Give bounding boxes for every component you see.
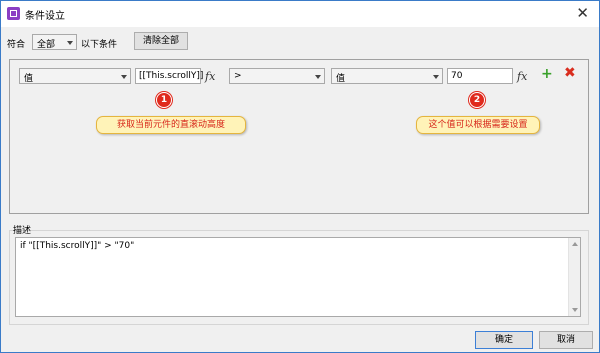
add-condition-icon[interactable]: + <box>541 66 553 82</box>
scroll-down-icon[interactable] <box>572 308 578 312</box>
match-select[interactable]: 全部 <box>32 34 77 50</box>
condition-dialog: 条件设立 ✕ 符合 全部 以下条件 清除全部 值 [[This.scrollY]… <box>0 0 600 353</box>
title-bar: 条件设立 ✕ <box>1 1 599 27</box>
operator-select[interactable]: > <box>229 68 325 84</box>
ok-button[interactable]: 确定 <box>475 331 533 349</box>
chevron-down-icon <box>315 75 321 79</box>
right-type-select[interactable]: 值 <box>331 68 443 84</box>
cancel-button[interactable]: 取消 <box>539 331 593 349</box>
left-type-value: 值 <box>24 74 34 84</box>
vertical-scrollbar[interactable] <box>568 238 580 316</box>
fx-button-left[interactable]: fx <box>205 70 215 83</box>
left-value-text: [[This.scrollY]] <box>139 71 204 81</box>
annotation-badge-1: 1 <box>156 92 172 108</box>
match-select-value: 全部 <box>37 40 56 50</box>
description-label: 描述 <box>13 226 32 236</box>
left-value-input[interactable]: [[This.scrollY]] <box>135 68 204 84</box>
window-title: 条件设立 <box>25 11 65 22</box>
left-type-select[interactable]: 值 <box>19 68 131 84</box>
annotation-badge-2: 2 <box>469 92 485 108</box>
chevron-down-icon <box>67 41 73 45</box>
right-type-value: 值 <box>336 74 346 84</box>
operator-value: > <box>234 71 242 81</box>
description-text: if "[[This.scrollY]]" > "70" <box>20 241 135 251</box>
conditions-suffix-label: 以下条件 <box>81 40 118 50</box>
match-label: 符合 <box>7 40 26 50</box>
clear-all-button[interactable]: 清除全部 <box>134 32 188 50</box>
annotation-callout-1: 获取当前元件的直滚动高度 <box>96 116 246 134</box>
fx-button-right[interactable]: fx <box>517 70 527 83</box>
close-icon[interactable]: ✕ <box>576 4 589 22</box>
app-logo-icon <box>7 7 20 20</box>
chevron-down-icon <box>121 75 127 79</box>
chevron-down-icon <box>433 75 439 79</box>
delete-condition-icon[interactable]: ✖ <box>564 65 576 81</box>
annotation-callout-2: 这个值可以根据需要设置 <box>416 116 540 134</box>
scroll-up-icon[interactable] <box>572 242 578 246</box>
description-textarea[interactable]: if "[[This.scrollY]]" > "70" <box>15 237 581 317</box>
right-value-input[interactable]: 70 <box>447 68 513 84</box>
right-value-text: 70 <box>451 71 463 81</box>
